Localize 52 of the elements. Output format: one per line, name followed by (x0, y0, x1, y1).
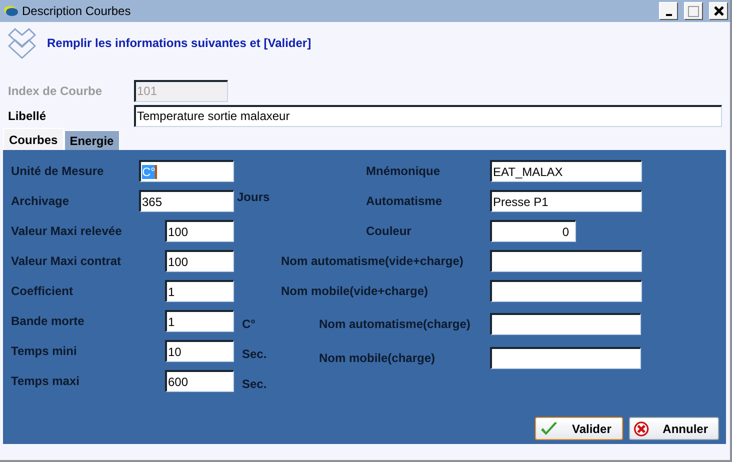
label-field[interactable]: Temperature sortie malaxeur (134, 104, 722, 126)
field-label: Coefficient (11, 284, 74, 298)
field-label: Mnémonique (366, 164, 440, 178)
close-icon (714, 6, 724, 16)
field-label: Nom automatisme(vide+charge) (281, 254, 464, 268)
minimize-icon (666, 14, 672, 16)
cancel-icon (634, 420, 649, 438)
field-label: Automatisme (366, 194, 442, 208)
input-field[interactable]: EAT_MALAX (490, 160, 642, 182)
input-field[interactable] (490, 313, 641, 335)
unit-label: C° (242, 317, 256, 331)
input-field[interactable]: 365 (139, 190, 234, 212)
minimize-button[interactable] (659, 2, 678, 20)
input-field[interactable]: 1 (165, 280, 234, 302)
input-field[interactable]: Presse P1 (490, 190, 642, 212)
app-icon (4, 5, 18, 17)
unit-label: Jours (237, 190, 270, 204)
input-field[interactable]: 1 (165, 310, 234, 332)
field-label: Nom mobile(vide+charge) (281, 284, 428, 298)
unit-label: Sec. (242, 347, 267, 361)
close-button[interactable] (709, 2, 728, 20)
validate-button[interactable]: Valider (535, 417, 623, 440)
field-label: Archivage (11, 194, 70, 208)
chevron-logo-icon (7, 27, 37, 59)
field-label: Bande morte (11, 314, 84, 328)
field-label: Temps mini (11, 344, 77, 358)
tab[interactable]: Energie (64, 130, 120, 150)
tab[interactable]: Courbes (3, 128, 64, 150)
field-label: Valeur Maxi relevée (11, 224, 122, 238)
input-field[interactable]: 10 (165, 340, 234, 362)
field-label: Unité de Mesure (11, 164, 104, 178)
field-label: Nom mobile(charge) (319, 351, 436, 365)
field-label: Libellé (8, 108, 48, 122)
field-label: Couleur (366, 224, 412, 238)
field-label: Valeur Maxi contrat (11, 254, 122, 268)
field-label: Nom automatisme(charge) (319, 317, 470, 331)
unit-label: Sec. (242, 377, 267, 391)
input-field[interactable] (490, 250, 642, 272)
field-label: Temps maxi (11, 374, 80, 388)
input-field[interactable]: 100 (165, 250, 234, 272)
window-title: Description Courbes (22, 4, 132, 18)
maximize-button[interactable] (684, 2, 703, 20)
field-label: Index de Courbe (8, 84, 104, 98)
cancel-button[interactable]: Annuler (629, 417, 719, 440)
input-field[interactable]: 100 (165, 220, 234, 242)
input-field[interactable]: 0 (490, 220, 576, 242)
maximize-icon (688, 6, 699, 16)
checkmark-icon (540, 420, 558, 436)
instruction-text: Remplir les informations suivantes et [Valider] (47, 36, 312, 50)
input-field[interactable] (490, 280, 642, 302)
input-field[interactable]: 600 (165, 370, 234, 392)
input-field[interactable] (490, 347, 641, 369)
